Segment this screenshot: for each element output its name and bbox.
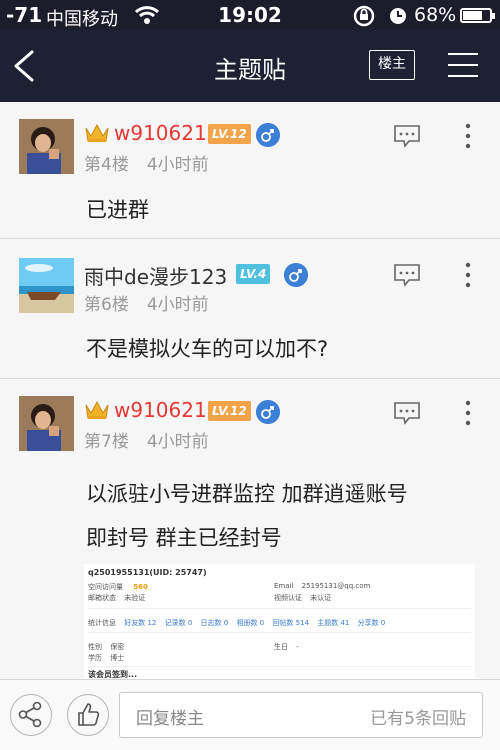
image-stat: 记录数 0: [164, 619, 193, 627]
post-item: 雨中de漫步123 LV.4 第6楼 4小时前 不是模拟火车的可以加不?: [0, 239, 500, 379]
image-row: 学历 博士: [88, 653, 124, 663]
image-stat: 日志数 0: [200, 619, 229, 627]
post-content: 不是模拟火车的可以加不?: [86, 331, 328, 367]
image-label: Email: [274, 582, 294, 590]
reply-placeholder: 回复楼主: [136, 709, 204, 729]
image-label: 学历: [88, 654, 102, 662]
floor-number: 第7楼: [84, 432, 129, 452]
image-uid-line: q2501955131(UID: 25747): [88, 568, 207, 577]
post-time: 4小时前: [146, 155, 209, 175]
image-value: 保密: [110, 643, 125, 651]
reply-input[interactable]: 回复楼主 已有5条回贴: [119, 692, 483, 738]
bottom-bar: 回复楼主 已有5条回贴: [0, 679, 500, 750]
image-label: 生日: [274, 643, 288, 651]
level-badge: LV.12: [208, 124, 251, 144]
like-button[interactable]: [67, 694, 109, 736]
more-options-icon[interactable]: [464, 262, 472, 288]
level-badge: LV.4: [236, 264, 271, 284]
image-label: 统计信息: [88, 619, 116, 627]
username[interactable]: 雨中de漫步123: [84, 261, 227, 290]
image-stat: 回帖数 514: [272, 619, 309, 627]
crown-icon: [85, 123, 109, 142]
post-content-line: 不是模拟火车的可以加不?: [86, 337, 329, 361]
male-gender-icon: [284, 263, 308, 287]
image-footer: 该会员签到...: [88, 670, 138, 679]
image-row: 邮箱状态 未验证: [88, 593, 145, 603]
post-meta: 第7楼 4小时前: [84, 427, 209, 452]
post-content-line: 已进群: [86, 198, 149, 222]
battery-icon: [460, 8, 495, 23]
image-stat: 主题数 41: [317, 619, 350, 627]
battery-percent: 68%: [414, 4, 457, 26]
image-row: 生日 -: [274, 642, 299, 652]
menu-icon[interactable]: [448, 52, 478, 78]
post-time: 4小时前: [146, 295, 209, 315]
page-title: 主题贴: [214, 56, 286, 84]
floor-number: 第6楼: [84, 295, 129, 315]
thumbs-up-icon: [78, 703, 100, 726]
only-op-button[interactable]: 楼主: [369, 50, 415, 80]
image-value: 25195131@qq.com: [301, 582, 371, 590]
post-meta: 第6楼 4小时前: [84, 290, 209, 315]
image-value: -: [296, 643, 299, 651]
avatar[interactable]: [19, 258, 74, 313]
image-label: 邮箱状态: [88, 594, 116, 602]
image-label: 视频认证: [274, 594, 302, 602]
image-stat: 相册数 0: [236, 619, 265, 627]
status-bar: -71 中国移动 19:02 68%: [0, 0, 500, 30]
reply-count: 已有5条回贴: [370, 709, 466, 729]
post-image[interactable]: q2501955131(UID: 25747) 空间访问量 560 Email …: [84, 564, 475, 679]
image-value: 博士: [110, 654, 125, 662]
post-time: 4小时前: [146, 432, 209, 452]
username[interactable]: w910621: [114, 398, 207, 422]
image-label: 性别: [88, 643, 102, 651]
comment-icon[interactable]: [393, 263, 421, 287]
comment-icon[interactable]: [393, 401, 421, 425]
post-content-line: 以派驻小号进群监控 加群逍遥账号: [86, 482, 408, 506]
image-stats-row: 统计信息 好友数 12 记录数 0 日志数 0 相册数 0 回帖数 514 主题…: [88, 618, 385, 628]
post-content-line: 即封号 群主已经封号: [86, 526, 282, 550]
rotation-lock-icon: [353, 5, 375, 27]
more-options-icon[interactable]: [464, 123, 472, 149]
share-button[interactable]: [10, 694, 52, 736]
alarm-icon: [390, 8, 406, 24]
share-icon: [18, 701, 42, 728]
image-row: 性别 保密: [88, 642, 124, 652]
avatar[interactable]: [19, 396, 74, 451]
image-value: 未验证: [124, 594, 146, 602]
post-list: w910621 LV.12 第4楼 4小时前 已进群 雨中de漫步123 LV.…: [0, 102, 500, 679]
image-row: 空间访问量 560: [88, 582, 148, 592]
floor-number: 第4楼: [84, 155, 129, 175]
image-label: 空间访问量: [88, 583, 123, 591]
nav-bar: 主题贴 楼主: [0, 30, 500, 102]
username[interactable]: w910621: [114, 121, 207, 145]
male-gender-icon: [256, 123, 280, 147]
image-row: Email 25195131@qq.com: [274, 582, 370, 590]
post-meta: 第4楼 4小时前: [84, 150, 209, 175]
level-badge: LV.12: [208, 401, 251, 421]
avatar[interactable]: [19, 119, 74, 174]
comment-icon[interactable]: [393, 124, 421, 148]
male-gender-icon: [256, 400, 280, 424]
post-content: 以派驻小号进群监控 加群逍遥账号 即封号 群主已经封号: [86, 472, 408, 560]
post-content: 已进群: [86, 192, 149, 228]
image-value: 未认证: [310, 594, 332, 602]
post-item: w910621 LV.12 第4楼 4小时前 已进群: [0, 102, 500, 239]
image-value: 560: [133, 583, 148, 591]
more-options-icon[interactable]: [464, 400, 472, 426]
crown-icon: [85, 400, 109, 419]
image-row: 视频认证 未认证: [274, 593, 331, 603]
image-stat: 好友数 12: [124, 619, 157, 627]
image-stat: 分享数 0: [357, 619, 386, 627]
